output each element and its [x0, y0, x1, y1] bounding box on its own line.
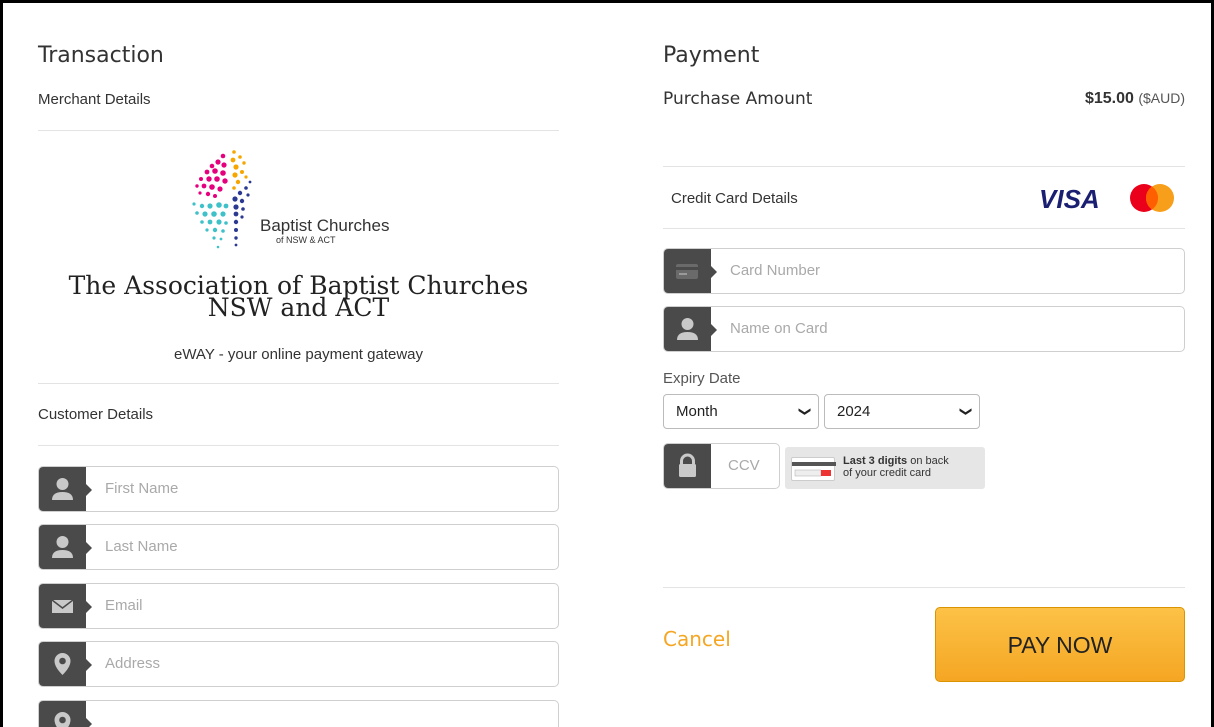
merchant-name-line2: NSW and ACT: [207, 293, 390, 322]
address-field[interactable]: Address: [38, 641, 559, 687]
email-placeholder: Email: [105, 597, 143, 614]
merchant-name: The Association of Baptist Churches NSW …: [38, 273, 559, 322]
month-value: Month: [676, 403, 718, 420]
logo-subtext: of NSW & ACT: [276, 235, 336, 245]
first-name-placeholder: First Name: [105, 480, 179, 497]
logo-text: Baptist Churches: [260, 216, 390, 235]
credit-card-icon: [664, 249, 717, 293]
cancel-link[interactable]: Cancel: [663, 627, 731, 651]
last-name-field[interactable]: Last Name: [38, 524, 559, 570]
payment-panel: Payment Purchase Amount $15.00 ($AUD) Cr…: [663, 3, 1185, 727]
divider: [38, 383, 559, 384]
payment-page: Transaction Merchant Details Baptist Chu…: [0, 0, 1214, 727]
divider: [663, 587, 1185, 588]
ccv-hint-bold: Last 3 digits: [843, 455, 908, 467]
address-placeholder: Address: [105, 655, 161, 672]
ccv-hint-rest: on back: [907, 455, 949, 467]
name-on-card-placeholder: Name on Card: [730, 320, 828, 337]
payment-title: Payment: [663, 43, 760, 68]
chevron-down-icon: ❯: [798, 406, 813, 417]
ccv-hint-line2: of your credit card: [843, 467, 932, 479]
amount-value: $15.00: [1084, 90, 1134, 107]
map-pin-icon: [39, 642, 92, 686]
merchant-logo: Baptist Churches of NSW & ACT: [188, 148, 418, 258]
ccv-hint-text: Last 3 digits on back of your credit car…: [843, 455, 949, 479]
card-number-placeholder: Card Number: [730, 262, 821, 279]
lock-icon: [664, 444, 711, 488]
expiry-month-select[interactable]: Month ❯: [663, 394, 819, 429]
pay-now-button[interactable]: PAY NOW: [935, 607, 1185, 682]
amount-currency: ($AUD): [1138, 90, 1185, 106]
credit-card-details-label: Credit Card Details: [671, 190, 798, 207]
expiry-date-label: Expiry Date: [663, 370, 741, 387]
ccv-field[interactable]: CCV: [663, 443, 780, 489]
purchase-amount-label: Purchase Amount: [663, 89, 813, 109]
mastercard-icon: [1130, 184, 1174, 212]
address-line2-field[interactable]: [38, 700, 559, 727]
merchant-details-label: Merchant Details: [38, 91, 151, 108]
visa-logo: VISA: [1039, 184, 1100, 214]
gateway-text: eWAY - your online payment gateway: [173, 346, 424, 363]
last-name-placeholder: Last Name: [105, 538, 178, 555]
chevron-down-icon: ❯: [959, 406, 974, 417]
divider: [38, 130, 559, 131]
envelope-icon: [39, 584, 92, 628]
divider: [663, 228, 1185, 229]
person-icon: [39, 467, 92, 511]
transaction-title: Transaction: [38, 43, 164, 68]
divider: [38, 445, 559, 446]
card-number-field[interactable]: Card Number: [663, 248, 1185, 294]
person-icon: [39, 525, 92, 569]
email-field[interactable]: Email: [38, 583, 559, 629]
expiry-year-select[interactable]: 2024 ❯: [824, 394, 980, 429]
ccv-hint: Last 3 digits on back of your credit car…: [785, 447, 985, 489]
purchase-amount: $15.00 ($AUD): [1085, 90, 1185, 108]
ccv-placeholder: CCV: [728, 457, 760, 474]
card-back-icon: [791, 457, 836, 481]
year-value: 2024: [837, 403, 871, 420]
divider: [663, 166, 1185, 167]
name-on-card-field[interactable]: Name on Card: [663, 306, 1185, 352]
customer-details-label: Customer Details: [38, 406, 154, 423]
first-name-field[interactable]: First Name: [38, 466, 559, 512]
map-pin-icon: [39, 701, 92, 727]
person-icon: [664, 307, 717, 351]
transaction-panel: Transaction Merchant Details Baptist Chu…: [38, 3, 559, 727]
